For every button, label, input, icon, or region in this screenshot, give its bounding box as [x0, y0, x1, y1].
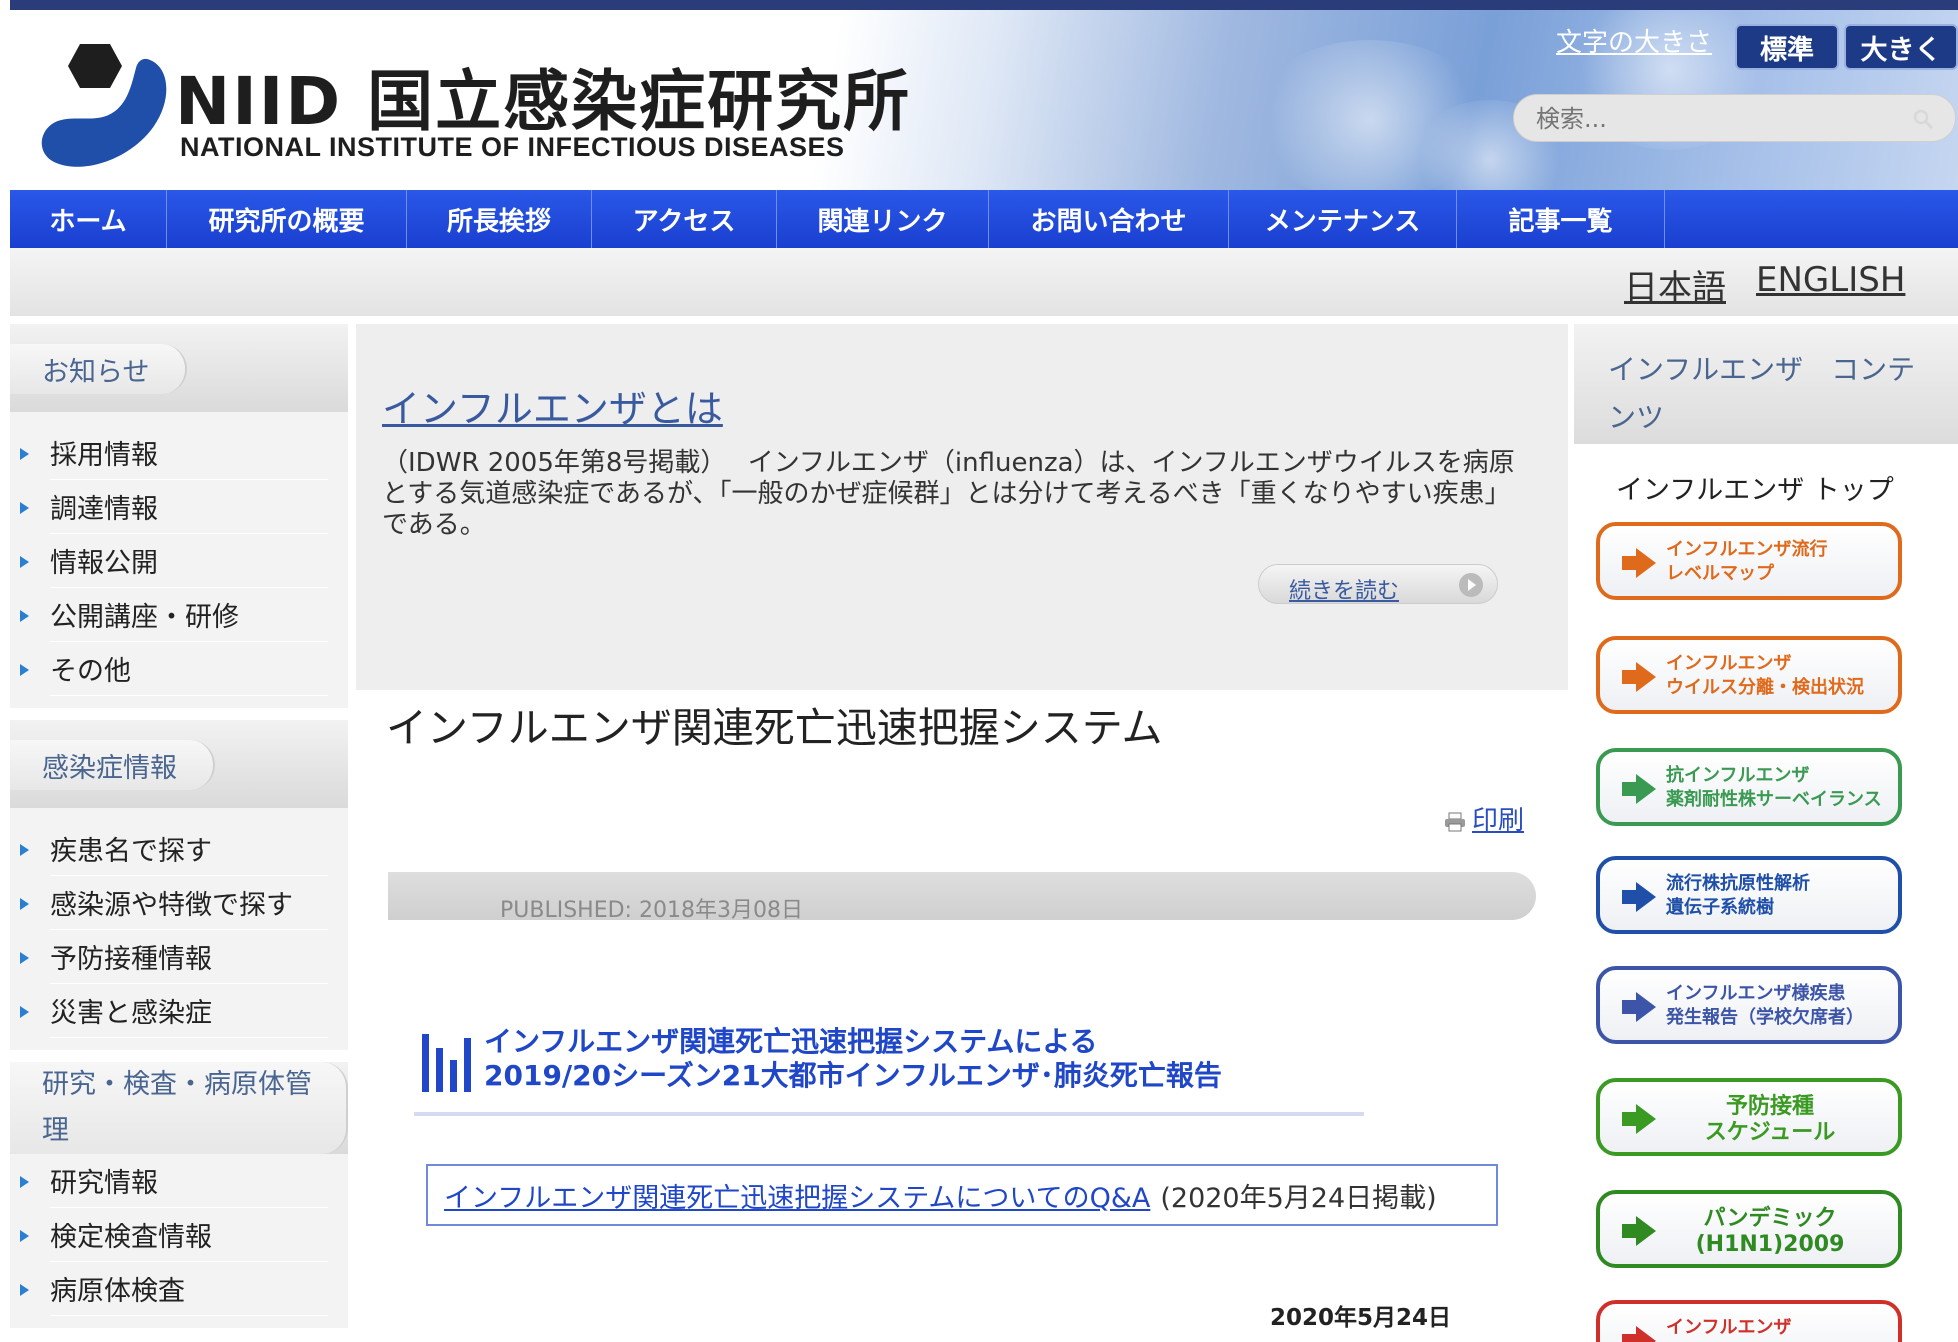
button-label: 流行株抗原性解析 遺伝子系統樹 — [1666, 873, 1810, 918]
language-bar: 日本語 ENGLISH — [10, 248, 1958, 316]
arrow-right-icon — [1622, 882, 1656, 912]
sidebar-item-procurement[interactable]: 調達情報 — [20, 480, 328, 534]
sidebar-item-other[interactable]: その他 — [20, 642, 328, 696]
button-label: パンデミック (H1N1)2009 — [1695, 1206, 1845, 1257]
right-sidebar: インフルエンザ コンテンツ インフルエンザ トップ インフルエンザ流行 レベルマ… — [1574, 324, 1958, 1342]
printer-icon — [1445, 812, 1465, 832]
arrow-right-icon — [1622, 992, 1656, 1022]
arrow-right-icon — [1622, 774, 1656, 804]
published-bar: PUBLISHED: 2018年3月08日 — [388, 872, 1536, 923]
search-box — [1513, 94, 1956, 142]
button-label: 抗インフルエンザ 薬剤耐性株サーベイランス — [1666, 765, 1882, 810]
right-sidebar-title: インフルエンザ コンテンツ — [1608, 353, 1916, 434]
qa-link[interactable]: インフルエンザ関連死亡迅速把握システムについてのQ&A — [444, 1176, 1150, 1215]
qa-date: (2020年5月24日掲載) — [1160, 1182, 1437, 1214]
level-map-button[interactable]: インフルエンザ流行 レベルマップ — [1596, 522, 1902, 600]
print-link[interactable]: 印刷 — [1444, 800, 1524, 837]
infection-box: 感染症情報 疾患名で探す 感染源や特徴で探す 予防接種情報 災害と感染症 — [10, 720, 348, 1050]
sidebar-item-by-source[interactable]: 感染源や特徴で探す — [20, 876, 328, 930]
phylogenetic-tree-button[interactable]: 流行株抗原性解析 遺伝子系統樹 — [1596, 856, 1902, 934]
intro-box: インフルエンザとは （IDWR 2005年第8号掲載） インフルエンザ（infl… — [356, 324, 1568, 690]
font-size-large-button[interactable]: 大きく — [1844, 24, 1958, 70]
news-box-title: お知らせ — [10, 344, 188, 394]
drug-resistance-button[interactable]: 抗インフルエンザ 薬剤耐性株サーベイランス — [1596, 748, 1902, 826]
chevron-right-icon — [1459, 573, 1483, 597]
sidebar-item-inspection[interactable]: 検定検査情報 — [20, 1208, 328, 1262]
sidebar-item-pathogen-test[interactable]: 病原体検査 — [20, 1262, 328, 1316]
search-icon[interactable] — [1911, 107, 1935, 131]
niid-logo-icon[interactable] — [32, 38, 172, 178]
button-label: インフルエンザ流行 レベルマップ — [1666, 539, 1828, 584]
read-more-label: 続きを読む — [1289, 579, 1400, 604]
left-sidebar: お知らせ 採用情報 調達情報 情報公開 公開講座・研修 その他 感染症情報 疾患… — [10, 324, 348, 1340]
nav-access[interactable]: アクセス — [592, 190, 777, 248]
virus-isolation-button[interactable]: インフルエンザ ウイルス分離・検出状況 — [1596, 636, 1902, 714]
nav-home[interactable]: ホーム — [10, 190, 167, 248]
published-date: PUBLISHED: 2018年3月08日 — [500, 898, 803, 923]
button-label: インフルエンザ — [1666, 1317, 1792, 1338]
sidebar-item-recruit[interactable]: 採用情報 — [20, 426, 328, 480]
print-label: 印刷 — [1472, 806, 1525, 836]
intro-text: （IDWR 2005年第8号掲載） インフルエンザ（influenza）は、イン… — [382, 448, 1515, 540]
sidebar-item-disaster[interactable]: 災害と感染症 — [20, 984, 328, 1038]
nav-maintenance[interactable]: メンテナンス — [1229, 190, 1457, 248]
infection-box-title: 感染症情報 — [10, 740, 215, 790]
read-more-button[interactable]: 続きを読む — [1258, 564, 1498, 604]
font-size-standard-button[interactable]: 標準 — [1735, 24, 1839, 70]
banner-line-2: 2019/20シーズン21大都市インフルエンザ･肺炎死亡報告 — [484, 1059, 1222, 1092]
sidebar-item-by-disease[interactable]: 疾患名で探す — [20, 822, 328, 876]
bar-chart-icon — [422, 1034, 471, 1092]
site-header: NIID 国立感染症研究所 NATIONAL INSTITUTE OF INFE… — [10, 0, 1958, 190]
sidebar-item-disclosure[interactable]: 情報公開 — [20, 534, 328, 588]
sidebar-item-vaccination[interactable]: 予防接種情報 — [20, 930, 328, 984]
sidebar-item-lectures[interactable]: 公開講座・研修 — [20, 588, 328, 642]
vaccination-schedule-button[interactable]: 予防接種 スケジュール — [1596, 1078, 1902, 1156]
nav-articles[interactable]: 記事一覧 — [1457, 190, 1665, 248]
intro-title-link[interactable]: インフルエンザとは — [382, 378, 723, 433]
button-label: インフルエンザ ウイルス分離・検出状況 — [1666, 653, 1864, 698]
site-title-en: NATIONAL INSTITUTE OF INFECTIOUS DISEASE… — [180, 132, 845, 162]
main-nav: ホーム 研究所の概要 所長挨拶 アクセス 関連リンク お問い合わせ メンテナンス… — [10, 190, 1958, 248]
report-date: 2020年5月24日 — [1270, 1305, 1452, 1331]
research-box-title: 研究・検査・病原体管理 — [10, 1062, 348, 1154]
news-box: お知らせ 採用情報 調達情報 情報公開 公開講座・研修 その他 — [10, 324, 348, 708]
button-label: 予防接種 スケジュール — [1704, 1094, 1836, 1145]
arrow-right-icon — [1622, 548, 1656, 578]
influenza-more-button[interactable]: インフルエンザ — [1596, 1300, 1902, 1342]
lang-english-link[interactable]: ENGLISH — [1756, 260, 1905, 300]
influenza-top-link[interactable]: インフルエンザ トップ — [1616, 468, 1894, 507]
nav-contact[interactable]: お問い合わせ — [989, 190, 1229, 248]
font-size-label: 文字の大きさ — [1556, 28, 1713, 58]
sidebar-item-research-info[interactable]: 研究情報 — [20, 1154, 328, 1208]
arrow-right-icon — [1622, 1326, 1656, 1342]
qa-box: インフルエンザ関連死亡迅速把握システムについてのQ&A (2020年5月24日掲… — [426, 1164, 1498, 1226]
arrow-right-icon — [1622, 1216, 1656, 1246]
button-label: インフルエンザ様疾患 発生報告（学校欠席者） — [1666, 983, 1864, 1028]
arrow-right-icon — [1622, 1104, 1656, 1134]
nav-links[interactable]: 関連リンク — [777, 190, 989, 248]
search-input[interactable] — [1536, 103, 1896, 135]
research-box: 研究・検査・病原体管理 研究情報 検定検査情報 病原体検査 — [10, 1062, 348, 1328]
pandemic-h1n1-button[interactable]: パンデミック (H1N1)2009 — [1596, 1190, 1902, 1268]
lang-japanese-link[interactable]: 日本語 — [1624, 260, 1726, 309]
page-title: インフルエンザ関連死亡迅速把握システム — [386, 704, 1163, 752]
arrow-right-icon — [1622, 662, 1656, 692]
ili-report-button[interactable]: インフルエンザ様疾患 発生報告（学校欠席者） — [1596, 966, 1902, 1044]
nav-about[interactable]: 研究所の概要 — [167, 190, 407, 248]
nav-greeting[interactable]: 所長挨拶 — [407, 190, 592, 248]
site-title-ja[interactable]: NIID 国立感染症研究所 — [175, 48, 911, 144]
report-banner[interactable]: インフルエンザ関連死亡迅速把握システムによる 2019/20シーズン21大都市イ… — [414, 1016, 1364, 1116]
